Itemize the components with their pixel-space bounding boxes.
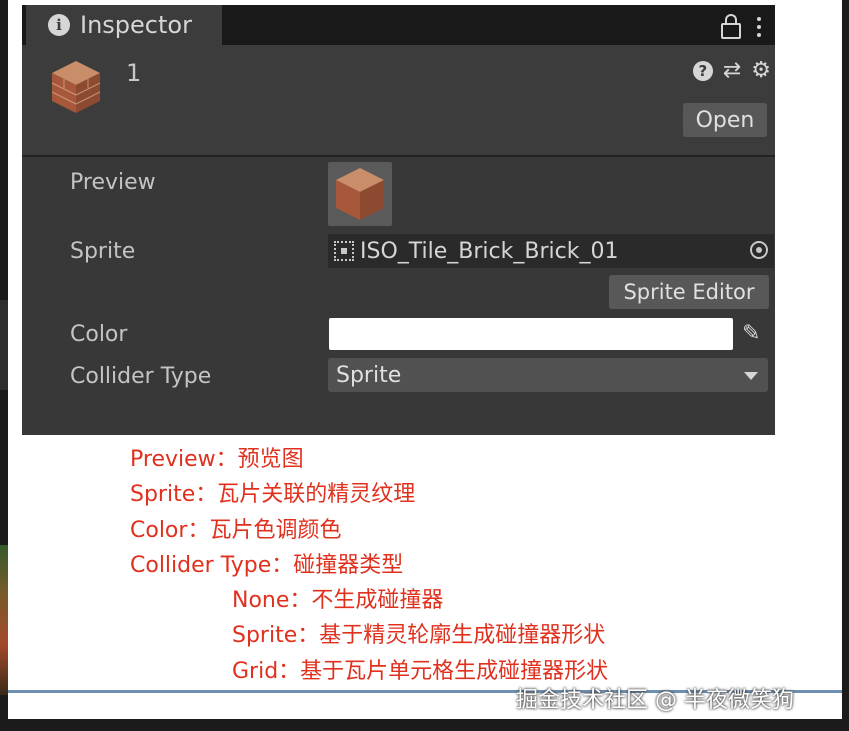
tab-label: Inspector (80, 11, 192, 39)
preview-image (328, 162, 392, 226)
left-background-strip (0, 0, 8, 731)
preview-brick-icon (336, 168, 384, 220)
asset-name: 1 (126, 59, 142, 87)
header-actions: ? ⇄ ⚙ (692, 60, 771, 82)
left-strip-band (0, 300, 8, 390)
preview-label: Preview (70, 170, 156, 195)
left-strip-image-edge (0, 545, 8, 695)
gear-icon[interactable]: ⚙ (751, 60, 771, 82)
watermark: 掘金技术社区 @ 半夜微笑狗 (516, 688, 794, 713)
note-color: Color：瓦片色调颜色 (130, 517, 342, 543)
sprite-thumb-icon (334, 241, 354, 261)
collider-type-value: Sprite (336, 362, 402, 388)
annotation-notes: Preview：预览图 Sprite：瓦片关联的精灵纹理 Color：瓦片色调颜… (130, 442, 608, 689)
caret-down-icon (744, 372, 758, 380)
sliders-icon[interactable]: ⇄ (723, 60, 741, 82)
object-picker-icon[interactable] (750, 241, 768, 259)
note-none: None：不生成碰撞器 (232, 588, 444, 614)
color-field[interactable] (329, 318, 733, 350)
sprite-editor-button[interactable]: Sprite Editor (609, 275, 769, 309)
color-label: Color (70, 322, 128, 347)
bottom-background-strip (0, 719, 849, 731)
eyedropper-icon[interactable]: ✎ (742, 321, 760, 346)
kebab-menu-icon[interactable] (757, 17, 761, 39)
lock-icon[interactable] (721, 14, 741, 39)
collider-type-dropdown[interactable]: Sprite (328, 358, 768, 392)
sprite-label: Sprite (70, 239, 136, 264)
open-button[interactable]: Open (683, 103, 767, 137)
note-collider-sprite: Sprite：基于精灵轮廓生成碰撞器形状 (232, 623, 606, 649)
sprite-object-field[interactable]: ISO_Tile_Brick_Brick_01 (328, 234, 774, 268)
tab-actions (721, 13, 761, 39)
sprite-value: ISO_Tile_Brick_Brick_01 (360, 238, 619, 264)
note-preview: Preview：预览图 (130, 447, 304, 472)
inspector-tabbar: i Inspector (22, 5, 775, 45)
asset-header: 1 ? ⇄ ⚙ Open (22, 45, 775, 155)
note-sprite: Sprite：瓦片关联的精灵纹理 (130, 482, 416, 508)
note-collider-type: Collider Type：碰撞器类型 (130, 552, 404, 578)
header-divider (22, 155, 775, 157)
inspector-panel: i Inspector 1 ? ⇄ ⚙ Open Preview Sprite … (22, 5, 775, 435)
tile-asset-icon (51, 61, 101, 113)
info-icon: i (48, 14, 70, 36)
collider-type-label: Collider Type (70, 364, 212, 389)
tab-inspector[interactable]: i Inspector (26, 5, 222, 45)
help-icon[interactable]: ? (692, 61, 713, 81)
right-background-strip (842, 0, 849, 731)
